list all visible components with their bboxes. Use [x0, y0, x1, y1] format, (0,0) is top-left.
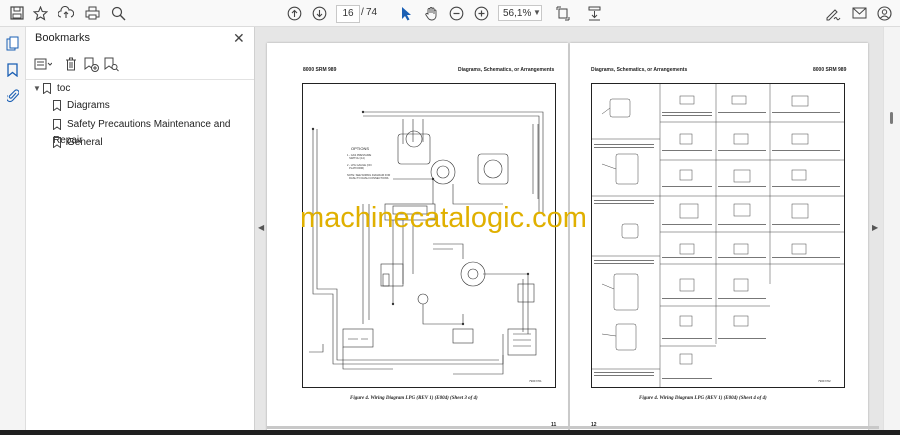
left-rail — [0, 27, 26, 435]
bookmark-icon — [53, 136, 61, 148]
page-up-icon[interactable] — [284, 3, 304, 23]
options-title: OPTIONS — [351, 146, 370, 151]
bookmark-item-general[interactable]: General — [53, 135, 103, 151]
scrollbar-thumb[interactable] — [890, 112, 893, 124]
total-pages: 74 — [366, 7, 378, 18]
print-icon[interactable] — [82, 3, 102, 23]
upload-icon[interactable] — [56, 3, 76, 23]
zoom-dropdown-caret-icon[interactable]: ▼ — [533, 5, 541, 21]
watermark-text: machinecatalogic.com — [300, 202, 587, 234]
attachments-icon[interactable] — [4, 87, 21, 104]
account-icon[interactable] — [874, 3, 894, 23]
bookmark-label: General — [67, 137, 103, 148]
page-header-left: Diagrams, Schematics, or Arrangements — [591, 67, 688, 73]
figure-id: 790F7/01 — [529, 379, 542, 383]
new-bookmark-icon[interactable] — [82, 55, 100, 73]
close-icon[interactable]: ✕ — [233, 30, 245, 47]
bookmark-label: toc — [57, 83, 71, 94]
email-icon[interactable] — [849, 3, 869, 23]
bookmark-icon — [43, 82, 51, 94]
delete-bookmark-icon[interactable] — [62, 55, 80, 73]
select-cursor-icon[interactable] — [396, 3, 416, 23]
zoom-out-icon[interactable] — [446, 3, 466, 23]
panel-divider — [26, 79, 254, 80]
bookmark-icon — [53, 99, 61, 111]
page-separator: / — [361, 7, 364, 18]
wiring-diagram-drawing — [309, 110, 544, 375]
pdf-page-left: 8000 SRM 989 Diagrams, Schematics, or Ar… — [267, 43, 568, 432]
hand-icon[interactable] — [421, 3, 441, 23]
connector-diagram-drawing — [592, 84, 844, 387]
options-line-2: 2 - LPG GAUGE (ON PLATFORM) — [347, 164, 372, 170]
thumbnails-icon[interactable] — [4, 35, 21, 52]
figure-caption: Figure 4. Wiring Diagram LPG (REV 1) (E0… — [639, 396, 767, 401]
vertical-scrollbar[interactable] — [883, 27, 900, 435]
figure-id: 790F7/02 — [818, 379, 831, 383]
connector-diagram-figure: 790F7/02 — [591, 83, 845, 388]
find-bookmark-icon[interactable] — [102, 55, 120, 73]
zoom-in-icon[interactable] — [471, 3, 491, 23]
page-number-input[interactable]: 16 — [336, 5, 360, 23]
options-menu-icon[interactable] — [34, 55, 52, 73]
save-icon[interactable] — [7, 3, 27, 23]
horizontal-scrollbar[interactable] — [267, 426, 879, 429]
page-header-right: 8000 SRM 989 — [813, 67, 847, 73]
toolbar: 16 / 74 56,1% ▼ — [0, 0, 900, 27]
pdf-page-right: Diagrams, Schematics, or Arrangements 80… — [570, 43, 868, 432]
prev-page-arrow-icon[interactable]: ◀ — [258, 223, 264, 232]
next-page-arrow-icon[interactable]: ▶ — [872, 223, 878, 232]
bookmark-item-diagrams[interactable]: Diagrams — [53, 98, 110, 114]
panel-title: Bookmarks — [35, 32, 91, 44]
page-header-left: 8000 SRM 989 — [303, 67, 337, 73]
options-line-3: NOTE: SEE WIRING DIAGRAM FOR DASH TO DAS… — [347, 174, 391, 180]
chevron-down-icon[interactable]: ▼ — [33, 81, 43, 97]
zoom-search-icon[interactable] — [108, 3, 128, 23]
page-header-right: Diagrams, Schematics, or Arrangements — [458, 67, 555, 73]
bookmark-star-icon[interactable] — [30, 3, 50, 23]
figure-caption: Figure 4. Wiring Diagram LPG (REV 1) (E0… — [350, 396, 478, 401]
bookmarks-panel: Bookmarks ✕ ▼ toc Diagrams Safety Precaut… — [26, 27, 255, 435]
bookmarks-panel-icon[interactable] — [4, 61, 21, 78]
sign-icon[interactable] — [823, 3, 843, 23]
fit-page-icon[interactable] — [553, 3, 573, 23]
bookmark-icon — [53, 118, 61, 130]
scroll-mode-icon[interactable] — [584, 3, 604, 23]
bookmark-item-safety[interactable]: Safety Precautions Maintenance and Repai… — [53, 117, 254, 146]
taskbar-strip — [0, 430, 900, 435]
bookmark-label: Diagrams — [67, 100, 110, 111]
options-line-1: 1 - GAS PRESSURE SWITCH (14) — [347, 154, 372, 160]
wiring-diagram-figure: OPTIONS 1 - GAS PRESSURE SWITCH (14) 2 -… — [302, 83, 556, 388]
bookmark-root-toc[interactable]: ▼ toc — [33, 81, 70, 97]
page-down-icon[interactable] — [309, 3, 329, 23]
